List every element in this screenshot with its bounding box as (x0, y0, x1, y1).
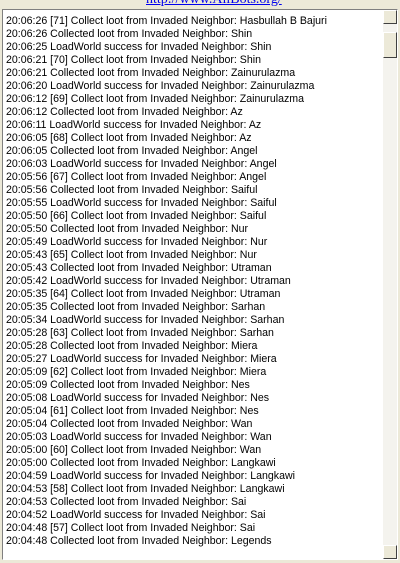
log-line: 20:05:55 LoadWorld success for Invaded N… (6, 197, 277, 209)
log-line: 20:05:43 Collected loot from Invaded Nei… (6, 262, 272, 274)
log-line: 20:04:52 LoadWorld success for Invaded N… (6, 509, 266, 521)
log-line: 20:05:03 LoadWorld success for Invaded N… (6, 431, 272, 443)
log-line: 20:06:05 [68] Collect loot from Invaded … (6, 132, 252, 144)
log-line: 20:05:50 Collected loot from Invaded Nei… (6, 223, 249, 235)
log-line: 20:04:48 [57] Collect loot from Invaded … (6, 522, 256, 534)
log-line: 20:06:03 LoadWorld success for Invaded N… (6, 158, 277, 170)
log-textbox[interactable]: 20:06:26 [71] Collect loot from Invaded … (2, 9, 398, 560)
log-line: 20:05:34 LoadWorld success for Invaded N… (6, 314, 285, 326)
log-line: 20:04:53 [58] Collect loot from Invaded … (6, 483, 285, 495)
log-line: 20:04:53 Collected loot from Invaded Nei… (6, 496, 247, 508)
log-line: 20:05:04 Collected loot from Invaded Nei… (6, 418, 253, 430)
log-line: 20:06:20 LoadWorld success for Invaded N… (6, 80, 315, 92)
log-line: 20:06:21 Collected loot from Invaded Nei… (6, 67, 296, 79)
header-strip: http://www.AllBots.org/ (0, 0, 400, 8)
log-line: 20:04:59 LoadWorld success for Invaded N… (6, 470, 295, 482)
scroll-down-button[interactable] (383, 545, 397, 559)
scroll-up-button[interactable] (383, 10, 397, 24)
log-line: 20:05:42 LoadWorld success for Invaded N… (6, 275, 291, 287)
log-line: 20:05:56 Collected loot from Invaded Nei… (6, 184, 258, 196)
log-line: 20:06:12 Collected loot from Invaded Nei… (6, 106, 243, 118)
website-link[interactable]: http://www.AllBots.org/ (146, 0, 282, 8)
log-line: 20:05:09 Collected loot from Invaded Nei… (6, 379, 250, 391)
log-line: 20:05:49 LoadWorld success for Invaded N… (6, 236, 268, 248)
log-lines: 20:06:26 [71] Collect loot from Invaded … (6, 15, 382, 548)
log-line: 20:05:09 [62] Collect loot from Invaded … (6, 366, 267, 378)
scroll-thumb[interactable] (383, 32, 397, 58)
log-line: 20:04:48 Collected loot from Invaded Nei… (6, 535, 272, 547)
log-line: 20:05:56 [67] Collect loot from Invaded … (6, 171, 267, 183)
log-line: 20:05:35 [64] Collect loot from Invaded … (6, 288, 281, 300)
log-line: 20:05:28 Collected loot from Invaded Nei… (6, 340, 258, 352)
log-line: 20:06:21 [70] Collect loot from Invaded … (6, 54, 261, 66)
log-line: 20:05:04 [61] Collect loot from Invaded … (6, 405, 259, 417)
log-line: 20:05:28 [63] Collect loot from Invaded … (6, 327, 274, 339)
log-line: 20:05:08 LoadWorld success for Invaded N… (6, 392, 270, 404)
log-line: 20:05:35 Collected loot from Invaded Nei… (6, 301, 266, 313)
vertical-scrollbar[interactable] (383, 10, 397, 559)
log-line: 20:06:26 [71] Collect loot from Invaded … (6, 15, 327, 27)
log-line: 20:05:00 [60] Collect loot from Invaded … (6, 444, 262, 456)
log-line: 20:06:11 LoadWorld success for Invaded N… (6, 119, 262, 131)
log-line: 20:06:05 Collected loot from Invaded Nei… (6, 145, 258, 157)
log-line: 20:05:43 [65] Collect loot from Invaded … (6, 249, 257, 261)
log-line: 20:06:26 Collected loot from Invaded Nei… (6, 28, 253, 40)
log-line: 20:06:25 LoadWorld success for Invaded N… (6, 41, 272, 53)
log-line: 20:05:00 Collected loot from Invaded Nei… (6, 457, 276, 469)
log-line: 20:06:12 [69] Collect loot from Invaded … (6, 93, 304, 105)
log-line: 20:05:50 [66] Collect loot from Invaded … (6, 210, 267, 222)
log-line: 20:05:27 LoadWorld success for Invaded N… (6, 353, 277, 365)
